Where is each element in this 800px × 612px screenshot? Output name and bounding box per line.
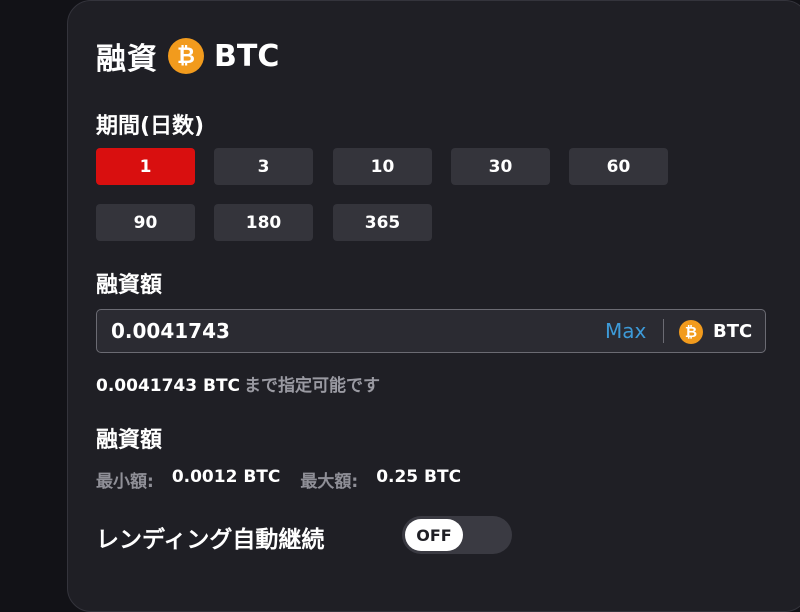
period-option-180[interactable]: 180: [214, 204, 313, 241]
available-amount-hint: 0.0041743 BTC まで指定可能です: [96, 371, 380, 396]
period-option-365[interactable]: 365: [333, 204, 432, 241]
amount-input[interactable]: [111, 310, 531, 352]
available-value: 0.0041743 BTC: [96, 376, 241, 396]
period-option-90[interactable]: 90: [96, 204, 195, 241]
period-option-10[interactable]: 10: [333, 148, 432, 185]
btc-icon: ₿: [679, 320, 703, 344]
panel-header: 融資 ₿ BTC: [96, 36, 280, 77]
auto-renew-label: レンディング自動継続: [96, 527, 325, 553]
max-button[interactable]: Max: [605, 319, 646, 343]
btc-coin-icon-small: ₿: [679, 320, 703, 344]
min-amount-value: 0.0012 BTC: [171, 467, 281, 487]
amount-limits: 最小額: 0.0012 BTC 最大額: 0.25 BTC: [96, 467, 461, 492]
amount-coin-name: BTC: [713, 321, 753, 342]
field-divider: [663, 319, 664, 343]
max-amount-value: 0.25 BTC: [376, 467, 462, 487]
page-title: 融資: [96, 42, 158, 77]
period-option-30[interactable]: 30: [451, 148, 550, 185]
limits-label: 融資額: [96, 428, 163, 453]
period-label: 期間(日数): [96, 114, 205, 139]
min-amount-label: 最小額:: [96, 472, 154, 492]
period-option-1[interactable]: 1: [96, 148, 195, 185]
max-amount-label: 最大額:: [300, 472, 359, 492]
amount-label: 融資額: [96, 273, 163, 298]
auto-renew-toggle[interactable]: OFF: [402, 516, 512, 554]
btc-coin-icon: ₿: [168, 38, 204, 74]
toggle-state: OFF: [405, 519, 463, 551]
available-suffix: まで指定可能です: [244, 376, 381, 396]
amount-field: Max ₿ BTC: [96, 309, 766, 353]
period-option-60[interactable]: 60: [569, 148, 668, 185]
period-option-3[interactable]: 3: [214, 148, 313, 185]
coin-name: BTC: [214, 38, 280, 74]
